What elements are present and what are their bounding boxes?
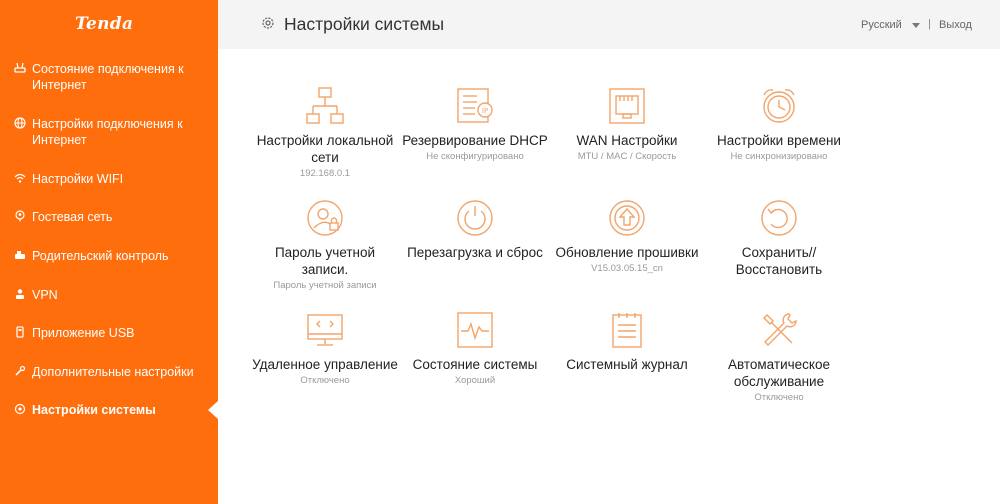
tile-system-status[interactable]: Состояние системы Хороший — [400, 310, 550, 387]
gear-icon — [14, 403, 26, 415]
tools-icon — [763, 313, 797, 346]
power-icon — [457, 200, 493, 236]
tile-wan-settings[interactable]: WAN Настройки MTU / MAC / Скорость — [552, 86, 702, 163]
vpn-icon — [16, 289, 24, 299]
tile-label: Состояние системы — [412, 357, 538, 372]
sidebar-item-label: Приложение USB — [32, 326, 135, 340]
sidebar-item-label: Дополнительные настройки — [32, 365, 194, 379]
remote-monitor-icon — [307, 314, 343, 346]
sidebar-item-label: Настройки системы — [32, 403, 156, 417]
tile-label: Системный журнал — [566, 357, 688, 372]
alarm-clock-icon — [763, 89, 795, 123]
tile-status: Отключено — [754, 392, 804, 403]
tile-reboot-reset[interactable]: Перезагрузка и сброс — [400, 198, 550, 262]
chevron-down-icon[interactable] — [912, 23, 920, 28]
connection-status-icon — [14, 62, 26, 73]
tile-account-password[interactable]: Пароль учетной записи. Пароль учетной за… — [250, 198, 400, 292]
tile-status: Не синхронизировано — [730, 151, 828, 162]
pulse-monitor-icon — [457, 312, 493, 348]
ethernet-port-icon — [609, 88, 645, 124]
tile-backup-restore[interactable]: Сохранить//Восстановить — [704, 198, 854, 279]
router-admin-app: Tenda Состояние подключения к Интернет Н… — [0, 0, 1000, 504]
wrench-icon — [15, 365, 26, 376]
tile-status: Отключено — [300, 375, 350, 386]
wifi-icon — [14, 173, 26, 183]
tile-status: MTU / MAC / Скорость — [577, 151, 677, 162]
restore-icon — [761, 200, 797, 236]
tile-label: Удаленное управление — [252, 357, 398, 372]
page-title: Настройки системы — [284, 14, 445, 34]
tile-status: 192.168.0.1 — [299, 168, 351, 179]
globe-icon — [14, 117, 26, 129]
tile-label: Перезагрузка и сброс — [407, 245, 543, 260]
sidebar-item-label: Родительский контроль — [32, 249, 169, 263]
logout-link[interactable]: Выход — [939, 19, 972, 31]
tile-label: Обновление прошивки — [555, 245, 699, 260]
tile-label: Настройки локальной сети — [256, 133, 394, 165]
tile-time-settings[interactable]: Настройки времени Не синхронизировано — [704, 86, 854, 163]
upgrade-arrow-icon — [609, 200, 645, 236]
sidebar-item-label: Настройки WIFI — [32, 172, 124, 186]
svg-text:IP: IP — [482, 107, 488, 115]
user-lock-icon — [307, 200, 343, 236]
page-header: Настройки системы Русский | Выход — [218, 0, 1000, 49]
tile-firmware-upgrade[interactable]: Обновление прошивки V15.03.05.15_cn — [552, 198, 702, 275]
tile-status: Не сконфигурировано — [426, 151, 524, 162]
language-select[interactable]: Русский — [861, 19, 902, 31]
usb-icon — [16, 326, 24, 338]
header-separator: | — [928, 18, 931, 30]
sidebar-item-label: Настройки подключения к Интернет — [32, 117, 183, 147]
tile-system-log[interactable]: Системный журнал — [552, 310, 702, 374]
tile-auto-maintenance[interactable]: Автоматическое обслуживание Отключено — [704, 310, 854, 404]
tile-dhcp-reservation[interactable]: IP Резервирование DHCP Не сконфигурирова… — [400, 86, 550, 163]
tile-label: Резервирование DHCP — [402, 133, 548, 148]
settings-gear-icon — [262, 17, 274, 29]
sidebar-item-label: Гостевая сеть — [32, 210, 113, 224]
guest-icon — [15, 210, 25, 222]
tile-label: WAN Настройки — [576, 133, 678, 148]
sidebar-item-label: VPN — [32, 288, 58, 302]
tile-label: Сохранить//Восстановить — [735, 245, 823, 277]
sidebar-item-label: Состояние подключения к Интернет — [32, 62, 184, 92]
tile-label: Пароль учетной записи. — [274, 245, 376, 277]
tenda-logo: Tenda — [75, 14, 134, 34]
lan-topology-icon — [306, 87, 344, 124]
tile-status: V15.03.05.15_cn — [591, 263, 663, 274]
dhcp-reservation-icon: IP — [457, 88, 493, 123]
log-document-icon — [612, 313, 642, 348]
sidebar: Tenda Состояние подключения к Интернет Н… — [0, 0, 218, 504]
active-indicator — [208, 401, 218, 419]
tile-status: Хороший — [454, 375, 496, 386]
tile-status: Пароль учетной записи — [273, 280, 377, 291]
parental-icon — [15, 251, 25, 259]
tile-label: Автоматическое обслуживание — [727, 357, 830, 389]
tile-remote-management[interactable]: Удаленное управление Отключено — [250, 310, 400, 387]
tile-lan-settings[interactable]: Настройки локальной сети 192.168.0.1 — [250, 86, 400, 180]
tile-label: Настройки времени — [717, 133, 841, 148]
